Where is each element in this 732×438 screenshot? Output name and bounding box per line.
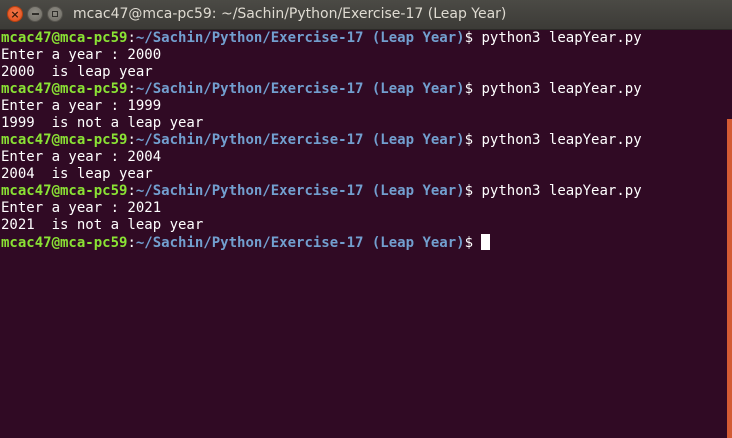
prompt-dollar: $ bbox=[464, 30, 474, 46]
prompt-path: ~/Sachin/Python/Exercise-17 (Leap Year) bbox=[135, 81, 465, 97]
title-bar[interactable]: × mcac47@mca-pc59: ~/Sachin/Python/Exerc… bbox=[0, 0, 732, 30]
prompt-user-host: mcac47@mca-pc59 bbox=[1, 81, 128, 97]
prompt-separator: : bbox=[127, 183, 136, 199]
scrollbar[interactable] bbox=[727, 119, 732, 438]
terminal-window: × mcac47@mca-pc59: ~/Sachin/Python/Exerc… bbox=[0, 0, 732, 438]
minimize-button[interactable] bbox=[27, 6, 43, 22]
prompt-path: ~/Sachin/Python/Exercise-17 (Leap Year) bbox=[135, 132, 465, 148]
prompt-separator: : bbox=[127, 81, 136, 97]
prompt-dollar: $ bbox=[464, 81, 474, 97]
prompt-separator: : bbox=[127, 30, 136, 46]
output-line: Enter a year : 1999 bbox=[1, 98, 162, 114]
command-text: python3 leapYear.py bbox=[473, 132, 642, 148]
prompt-separator: : bbox=[127, 235, 136, 251]
terminal-output[interactable]: mcac47@mca-pc59:~/Sachin/Python/Exercise… bbox=[1, 30, 721, 438]
prompt-path: ~/Sachin/Python/Exercise-17 (Leap Year) bbox=[135, 30, 465, 46]
prompt-user-host: mcac47@mca-pc59 bbox=[1, 235, 128, 251]
output-line: 2004 is leap year bbox=[1, 166, 153, 182]
command-text: python3 leapYear.py bbox=[473, 81, 642, 97]
prompt-path: ~/Sachin/Python/Exercise-17 (Leap Year) bbox=[135, 183, 465, 199]
prompt-line: mcac47@mca-pc59:~/Sachin/Python/Exercise… bbox=[1, 132, 721, 149]
prompt-dollar: $ bbox=[464, 132, 474, 148]
prompt-separator: : bbox=[127, 132, 136, 148]
text-cursor bbox=[481, 234, 491, 250]
prompt-line: mcac47@mca-pc59:~/Sachin/Python/Exercise… bbox=[1, 30, 721, 47]
output-line: 2000 is leap year bbox=[1, 64, 153, 80]
prompt-dollar: $ bbox=[464, 235, 474, 251]
maximize-button[interactable] bbox=[47, 6, 63, 22]
prompt-line: mcac47@mca-pc59:~/Sachin/Python/Exercise… bbox=[1, 81, 721, 98]
command-text: python3 leapYear.py bbox=[473, 183, 642, 199]
prompt-user-host: mcac47@mca-pc59 bbox=[1, 132, 128, 148]
command-text: python3 leapYear.py bbox=[473, 30, 642, 46]
output-line: 1999 is not a leap year bbox=[1, 115, 204, 131]
output-line: 2021 is not a leap year bbox=[1, 217, 204, 233]
maximize-icon bbox=[52, 11, 58, 17]
prompt-line: mcac47@mca-pc59:~/Sachin/Python/Exercise… bbox=[1, 234, 721, 251]
close-icon: × bbox=[10, 7, 20, 21]
prompt-user-host: mcac47@mca-pc59 bbox=[1, 30, 128, 46]
prompt-line: mcac47@mca-pc59:~/Sachin/Python/Exercise… bbox=[1, 183, 721, 200]
prompt-dollar: $ bbox=[464, 183, 474, 199]
minimize-icon bbox=[31, 13, 39, 15]
window-title: mcac47@mca-pc59: ~/Sachin/Python/Exercis… bbox=[73, 6, 507, 22]
close-button[interactable]: × bbox=[7, 6, 23, 22]
command-text bbox=[473, 235, 481, 251]
prompt-user-host: mcac47@mca-pc59 bbox=[1, 183, 128, 199]
output-line: Enter a year : 2004 bbox=[1, 149, 162, 165]
output-line: Enter a year : 2021 bbox=[1, 200, 162, 216]
prompt-path: ~/Sachin/Python/Exercise-17 (Leap Year) bbox=[135, 235, 465, 251]
output-line: Enter a year : 2000 bbox=[1, 47, 162, 63]
